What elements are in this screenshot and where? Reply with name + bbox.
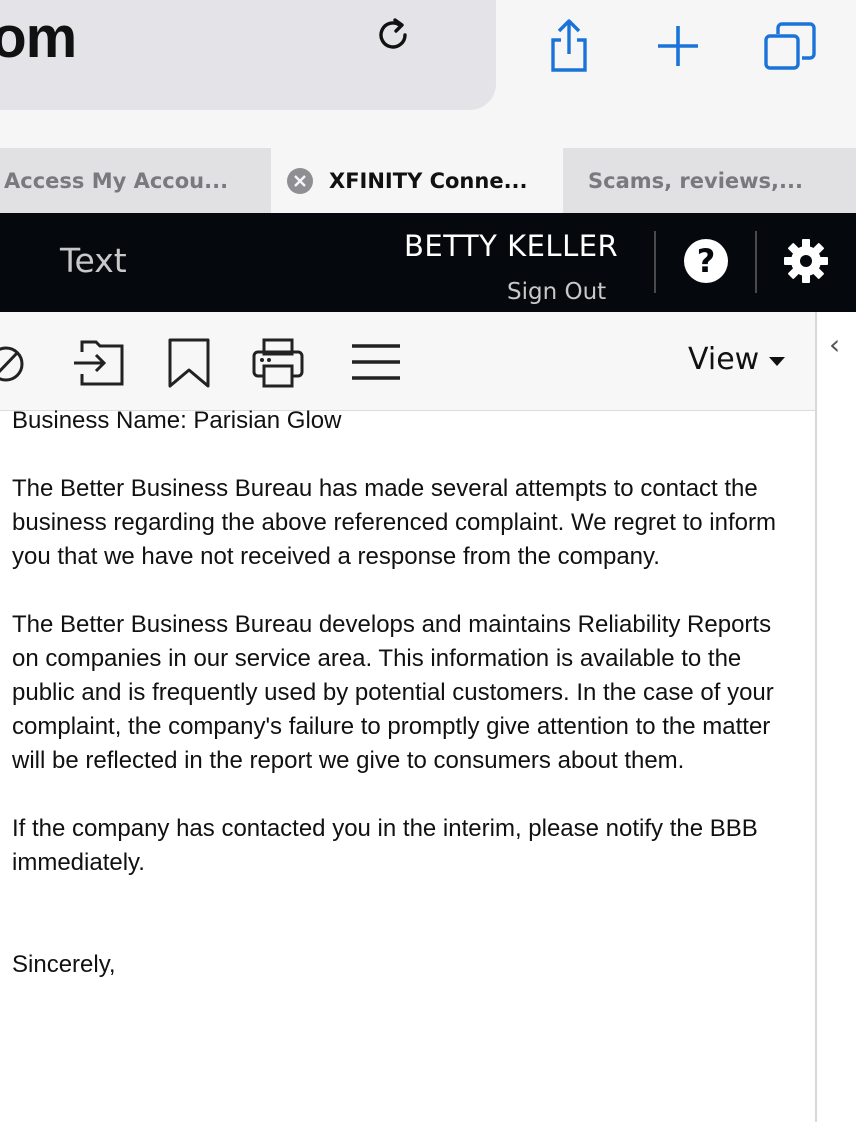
view-label: View — [688, 342, 760, 377]
menu-icon[interactable] — [348, 336, 404, 390]
tab-close-icon[interactable] — [287, 167, 313, 194]
browser-toolbar: com — [0, 0, 856, 148]
tab-xfinity-connect[interactable]: XFINITY Conne... — [271, 148, 563, 213]
business-name-line: Business Name: Parisian Glow — [12, 407, 342, 434]
no-sign-icon[interactable] — [0, 336, 38, 390]
header-divider — [654, 231, 656, 293]
view-dropdown[interactable]: View — [688, 342, 786, 377]
tab-label: Access My Accou... — [4, 168, 229, 193]
tab-access-my-account[interactable]: Access My Accou... — [0, 148, 270, 213]
gear-icon[interactable] — [782, 237, 830, 285]
xfinity-header: Text BETTY KELLER Sign Out ? — [0, 213, 856, 312]
chevron-left-icon[interactable]: ‹ — [829, 328, 840, 361]
tab-label: Scams, reviews,... — [588, 168, 803, 193]
sign-out-link[interactable]: Sign Out — [507, 279, 606, 305]
tab-strip: Access My Accou... XFINITY Conne... Scam… — [0, 148, 856, 213]
view-caret-icon — [769, 357, 786, 366]
side-panel: ‹ — [815, 312, 856, 1122]
header-divider — [755, 231, 757, 293]
print-icon[interactable] — [250, 336, 306, 390]
address-bar[interactable]: com — [0, 0, 496, 110]
reload-icon[interactable] — [372, 14, 414, 56]
tab-label: XFINITY Conne... — [329, 168, 528, 193]
tab-scams-reviews[interactable]: Scams, reviews,... — [563, 148, 856, 213]
move-to-folder-icon[interactable] — [72, 336, 128, 390]
user-name: BETTY KELLER — [404, 229, 619, 263]
email-paragraph: If the company has contacted you in the … — [12, 815, 758, 876]
message-toolbar: View — [0, 312, 815, 411]
email-paragraph: The Better Business Bureau has made seve… — [12, 475, 776, 570]
tabs-overview-icon[interactable] — [760, 16, 820, 76]
share-icon[interactable] — [539, 16, 599, 76]
help-icon[interactable]: ? — [684, 239, 728, 283]
bookmark-icon[interactable] — [162, 336, 218, 390]
new-tab-icon[interactable] — [648, 16, 708, 76]
email-paragraph: The Better Business Bureau develops and … — [12, 611, 774, 774]
address-text[interactable]: com — [0, 4, 77, 71]
email-closing: Sincerely, — [12, 951, 116, 978]
section-label[interactable]: Text — [60, 241, 127, 280]
email-body: Business Name: Parisian Glow The Better … — [12, 404, 802, 1016]
